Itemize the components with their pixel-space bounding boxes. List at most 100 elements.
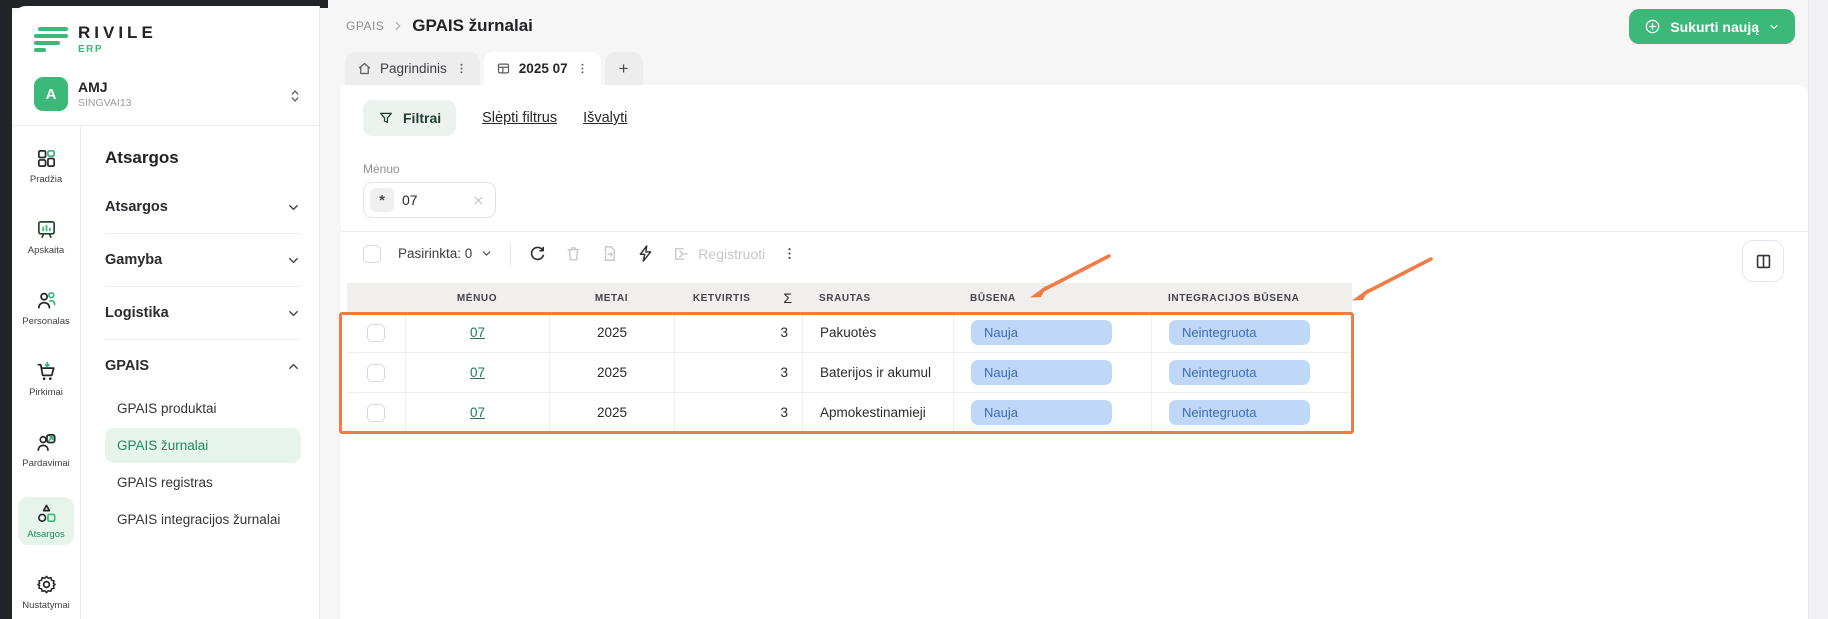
topbar: GPAIS GPAIS žurnalai Sukurti naują: [320, 0, 1808, 52]
submenu-item-gpais-integracijos-zurnalai[interactable]: GPAIS integracijos žurnalai: [105, 502, 301, 537]
month-filter-label: Mėnuo: [363, 162, 1786, 176]
register-button[interactable]: Registruoti: [672, 245, 765, 263]
content-panel: Filtrai Slėpti filtrus Išvalyti Mėnuo * …: [341, 85, 1808, 619]
cell-metai: 2025: [549, 353, 674, 392]
submenu-item-gpais-produktai[interactable]: GPAIS produktai: [105, 391, 301, 426]
integration-status-badge: Neintegruota: [1169, 360, 1310, 385]
refresh-button[interactable]: [528, 244, 547, 263]
actions-bolt-button[interactable]: [636, 244, 655, 263]
tab-2025-07[interactable]: 2025 07: [484, 52, 601, 85]
table-icon: [496, 61, 511, 76]
column-header-integracijos-busena[interactable]: INTEGRACIJOS BŪSENA: [1151, 293, 1352, 304]
journal-table: MĖNUO METAI KETVIRTIS Σ SRAUTAS BŪSENA I…: [347, 283, 1352, 433]
submenu-item-gpais-zurnalai[interactable]: GPAIS žurnalai: [105, 428, 301, 463]
cell-ketvirtis: 3: [674, 393, 802, 432]
status-badge: Nauja: [971, 400, 1112, 425]
hide-filters-link[interactable]: Slėpti filtrus: [482, 110, 557, 126]
cell-srautas: Pakuotės: [802, 313, 953, 352]
create-new-button[interactable]: Sukurti naują: [1629, 9, 1795, 44]
delete-button[interactable]: [564, 244, 583, 263]
chevron-down-icon: [286, 200, 301, 215]
row-checkbox[interactable]: [367, 364, 385, 382]
selected-count-dropdown[interactable]: Pasirinkta: 0: [398, 246, 493, 261]
rail-item-pardavimai[interactable]: Pardavimai: [18, 426, 74, 474]
month-link[interactable]: 07: [470, 365, 485, 380]
brand-logo[interactable]: RIVILE ERP: [12, 6, 319, 67]
submenu-item-gpais-registras[interactable]: GPAIS registras: [105, 465, 301, 500]
clear-value-icon[interactable]: [472, 194, 485, 207]
column-header-ketvirtis[interactable]: KETVIRTIS Σ: [674, 290, 802, 306]
cart-icon: [35, 360, 58, 383]
status-badge: Nauja: [971, 320, 1112, 345]
integration-status-badge: Neintegruota: [1169, 320, 1310, 345]
rail-item-nustatymai[interactable]: Nustatymai: [18, 568, 74, 616]
tab-pagrindinis[interactable]: Pagrindinis: [345, 52, 480, 85]
accounting-board-icon: [35, 218, 58, 241]
table-row[interactable]: 07 2025 3 Baterijos ir akumul Nauja Nein…: [347, 353, 1352, 393]
columns-icon: [1754, 252, 1773, 271]
clear-filters-link[interactable]: Išvalyti: [583, 110, 627, 126]
column-header-busena[interactable]: BŪSENA: [953, 293, 1151, 304]
table-row[interactable]: 07 2025 3 Apmokestinamieji Nauja Neinteg…: [347, 393, 1352, 433]
divider: [105, 286, 301, 287]
breadcrumb-root[interactable]: GPAIS: [346, 19, 384, 33]
divider: [105, 339, 301, 340]
row-checkbox[interactable]: [367, 324, 385, 342]
chevron-down-icon: [286, 253, 301, 268]
plus-circle-icon: [1644, 18, 1661, 35]
user-profile[interactable]: A AMJ SINGVAI13: [12, 67, 319, 126]
brand-name: RIVILE: [78, 24, 157, 41]
menu-section-logistika[interactable]: Logistika: [105, 292, 301, 334]
rail-item-pirkimai[interactable]: Pirkimai: [18, 355, 74, 403]
sum-sigma-icon[interactable]: Σ: [783, 290, 792, 306]
rail-item-apskaita[interactable]: Apskaita: [18, 213, 74, 261]
month-value-input[interactable]: [402, 192, 450, 208]
more-actions-menu[interactable]: [782, 246, 797, 261]
divider: [510, 242, 511, 266]
tab-menu-icon[interactable]: [576, 62, 589, 75]
month-link[interactable]: 07: [470, 325, 485, 340]
page-title: GPAIS žurnalai: [412, 16, 533, 36]
month-link[interactable]: 07: [470, 405, 485, 420]
tab-menu-icon[interactable]: [455, 62, 468, 75]
scrollbar-track[interactable]: [1808, 0, 1828, 619]
table-header-row: MĖNUO METAI KETVIRTIS Σ SRAUTAS BŪSENA I…: [347, 283, 1352, 313]
select-all-checkbox[interactable]: [363, 245, 381, 263]
export-document-button[interactable]: [600, 244, 619, 263]
rail-item-atsargos[interactable]: Atsargos: [18, 497, 74, 545]
chevron-down-icon: [480, 247, 493, 260]
shapes-icon: [35, 502, 58, 525]
brand-subtitle: ERP: [78, 44, 157, 55]
month-filter-input[interactable]: *: [363, 182, 496, 218]
nav-rail: Pradžia Apskaita Personalas Pirkimai Par…: [12, 126, 81, 619]
menu-section-gpais[interactable]: GPAIS: [105, 345, 301, 387]
cell-ketvirtis: 3: [674, 353, 802, 392]
person-arrow-icon: [35, 431, 58, 454]
filters-button[interactable]: Filtrai: [363, 100, 456, 136]
status-badge: Nauja: [971, 360, 1112, 385]
wildcard-toggle[interactable]: *: [370, 188, 394, 212]
window-edge: [0, 0, 12, 619]
tab-bar: Pagrindinis 2025 07 +: [345, 52, 643, 85]
table-row[interactable]: 07 2025 3 Pakuotės Nauja Neintegruota: [347, 313, 1352, 353]
column-header-srautas[interactable]: SRAUTAS: [802, 293, 953, 304]
dashboard-icon: [35, 147, 58, 170]
column-settings-button[interactable]: [1742, 240, 1784, 282]
funnel-icon: [378, 110, 394, 126]
account-switcher-icon[interactable]: [287, 88, 303, 104]
menu-section-gamyba[interactable]: Gamyba: [105, 239, 301, 281]
cell-srautas: Baterijos ir akumul: [802, 353, 953, 392]
sidebar: RIVILE ERP A AMJ SINGVAI13 Pradžia Ap: [12, 6, 320, 619]
register-icon: [672, 245, 690, 263]
chevron-up-icon: [286, 359, 301, 374]
rail-item-personalas[interactable]: Personalas: [18, 284, 74, 332]
cell-metai: 2025: [549, 313, 674, 352]
row-checkbox[interactable]: [367, 404, 385, 422]
rail-item-pradzia[interactable]: Pradžia: [18, 142, 74, 190]
column-header-metai[interactable]: METAI: [549, 293, 674, 304]
add-tab-button[interactable]: +: [605, 52, 643, 85]
column-header-menuo[interactable]: MĖNUO: [405, 293, 549, 304]
cell-metai: 2025: [549, 393, 674, 432]
menu-section-atsargos[interactable]: Atsargos: [105, 186, 301, 228]
module-heading: Atsargos: [105, 148, 301, 168]
